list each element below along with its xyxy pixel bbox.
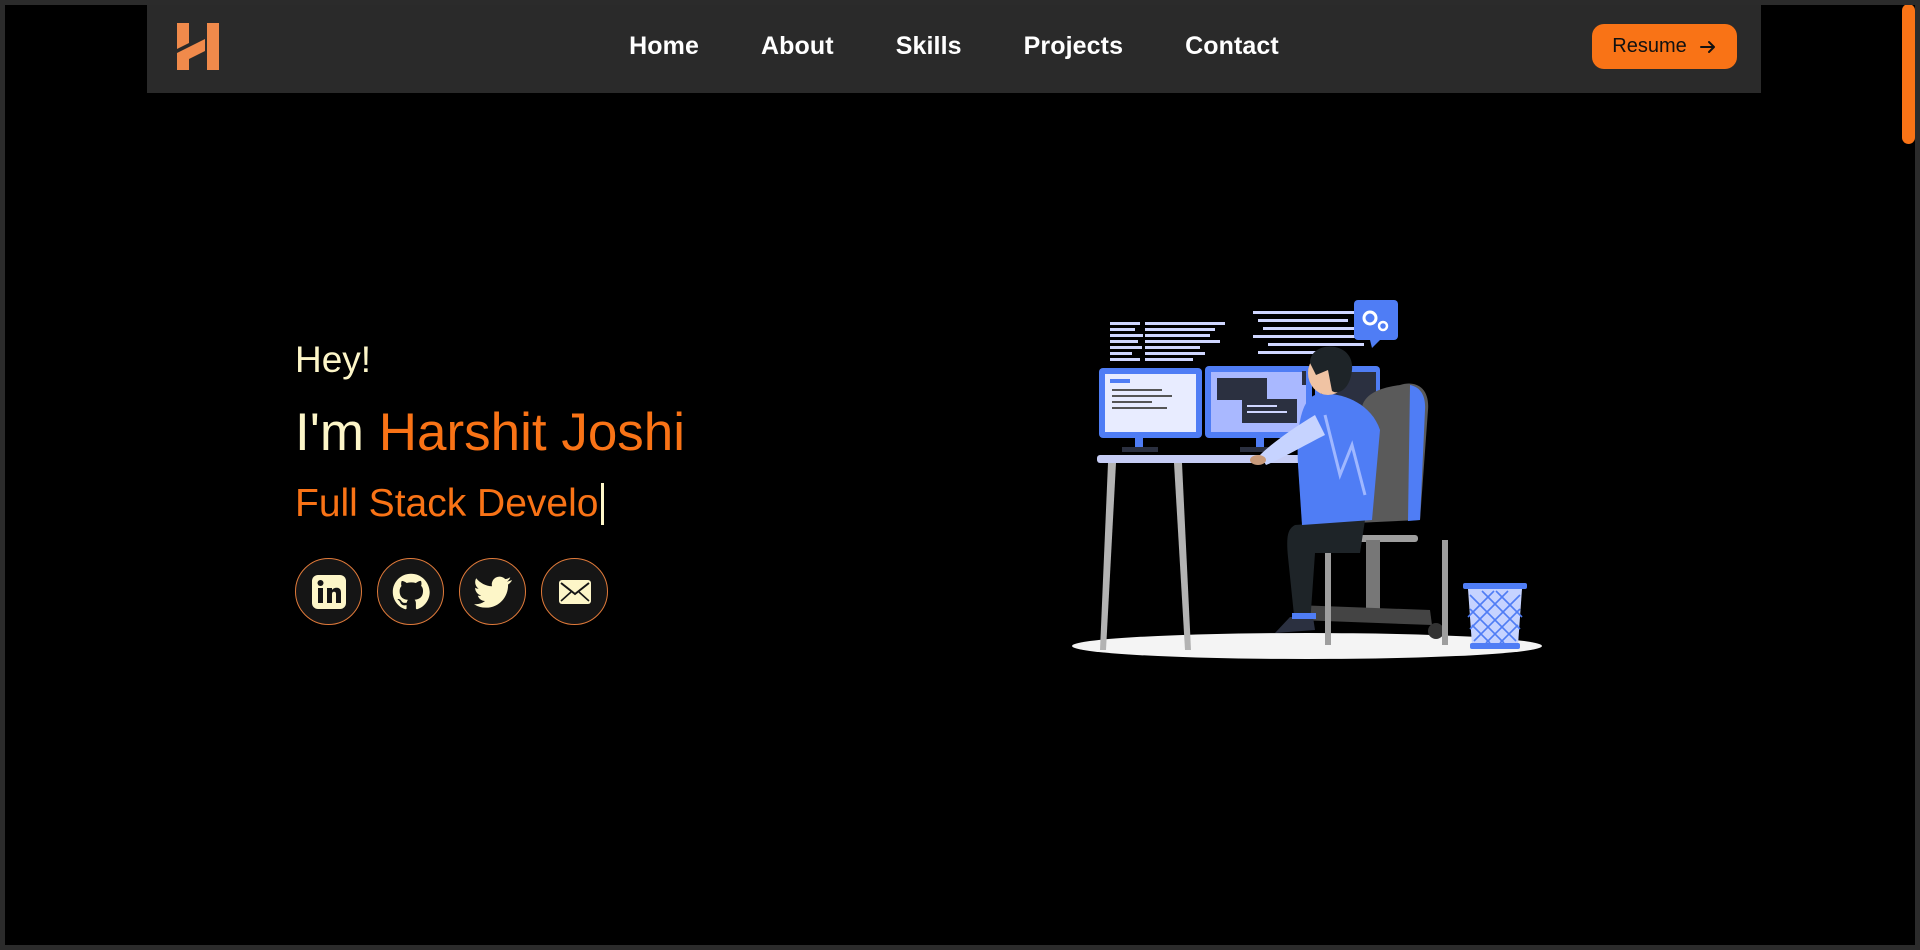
resume-label: Resume	[1612, 35, 1687, 57]
nav-home[interactable]: Home	[629, 32, 699, 61]
bottom-handle	[685, 945, 745, 950]
typing-cursor	[601, 483, 605, 525]
developer-at-desk-illustration	[1072, 300, 1542, 659]
typed-role-text: Full Stack Develo	[295, 482, 599, 525]
intro-heading: I'm Harshit Joshi	[295, 404, 685, 462]
hero-name: Harshit Joshi	[378, 403, 686, 462]
linkedin-link[interactable]	[295, 558, 362, 625]
intro-prefix: I'm	[295, 403, 364, 462]
window-frame	[0, 0, 1920, 950]
greeting: Hey!	[295, 339, 372, 380]
github-link[interactable]	[377, 558, 444, 625]
nav-about[interactable]: About	[761, 32, 834, 61]
nav-skills[interactable]: Skills	[896, 32, 962, 61]
email-link[interactable]	[541, 558, 608, 625]
github-icon	[392, 573, 430, 609]
twitter-link[interactable]	[459, 558, 526, 625]
typed-role: Full Stack Develo	[295, 480, 685, 528]
h-logo-icon[interactable]	[175, 23, 221, 70]
nav-projects[interactable]: Projects	[1024, 32, 1123, 61]
hero-text: Hey! I'm Harshit Joshi Full Stack Develo	[295, 338, 685, 625]
arrow-right-icon	[1699, 40, 1715, 53]
resume-button[interactable]: Resume	[1592, 24, 1737, 69]
twitter-icon	[473, 576, 512, 608]
linkedin-icon	[311, 574, 346, 609]
navbar: Home About Skills Projects Contact Resum…	[147, 0, 1761, 93]
mail-icon	[558, 579, 591, 604]
social-links	[295, 558, 685, 625]
main-nav: Home About Skills Projects Contact	[147, 0, 1761, 93]
scrollbar-thumb[interactable]	[1902, 4, 1915, 144]
nav-contact[interactable]: Contact	[1185, 32, 1279, 61]
